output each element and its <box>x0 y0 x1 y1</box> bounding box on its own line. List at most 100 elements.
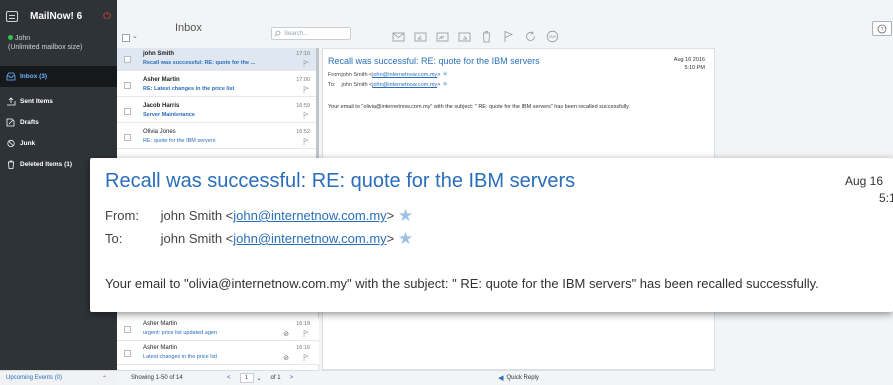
upcoming-events-label: Upcoming Events (0) <box>6 375 63 381</box>
power-icon[interactable]: ⏻ <box>103 11 111 22</box>
flag-icon[interactable] <box>303 86 309 93</box>
to-email-link[interactable]: john@internetnow.com.my <box>233 231 386 246</box>
quick-reply-button[interactable]: ◀ Quick Reply <box>322 370 715 385</box>
message-toolbar: SMS ? <box>319 0 893 48</box>
row-checkbox[interactable] <box>124 350 131 357</box>
message-date-line: Aug 16 2016 <box>673 57 705 63</box>
forward-icon[interactable] <box>458 30 471 43</box>
zoom-callout: Recall was successful: RE: quote for the… <box>90 158 893 312</box>
star-icon[interactable]: ★ <box>398 206 413 225</box>
list-scrollbar[interactable] <box>316 48 319 158</box>
email-subject: RE: Latest changes in the price list <box>143 86 235 92</box>
email-row[interactable]: Asher Martin urgent: price list updated … <box>117 318 319 341</box>
message-from: From: john Smith <john@internetnow.com.m… <box>328 71 449 78</box>
page-title: Inbox <box>175 22 202 34</box>
chevron-down-icon[interactable]: ⌄ <box>257 375 262 382</box>
callout-date: Aug 16 5:1 <box>845 173 893 207</box>
sent-icon <box>6 97 16 106</box>
new-mail-icon[interactable] <box>392 30 405 43</box>
sms-icon[interactable]: SMS <box>546 30 559 43</box>
drafts-icon <box>6 118 16 127</box>
list-header: ⌄ Inbox Search... <box>117 0 351 48</box>
message-to: To: john Smith <john@internetnow.com.my>… <box>328 81 449 88</box>
email-sender: Olivia Jones <box>143 129 176 135</box>
to-email-link[interactable]: john@internetnow.com.my <box>372 82 437 88</box>
folder-junk[interactable]: Junk <box>0 133 117 154</box>
select-all-checkbox[interactable] <box>122 34 130 42</box>
page-number-input[interactable]: 1 <box>239 373 254 383</box>
flag-icon[interactable] <box>303 330 309 337</box>
callout-time-line: 5:1 <box>879 191 893 205</box>
junk-icon <box>6 139 16 148</box>
email-row[interactable]: Asher Martin Latest changes in the price… <box>117 342 319 365</box>
flag-icon[interactable] <box>303 138 309 145</box>
upcoming-events-bar[interactable]: Upcoming Events (0) ⌃ <box>0 370 117 385</box>
message-time-line: 5:10 PM <box>684 65 705 71</box>
email-subject: Recall was successful: RE: quote for the… <box>143 60 256 66</box>
chevron-up-icon[interactable]: ⌃ <box>102 375 107 382</box>
callout-date-line: Aug 16 <box>845 174 884 188</box>
email-row[interactable]: Asher Martin RE: Latest changes in the p… <box>117 74 319 97</box>
message-subject: Recall was successful: RE: quote for the… <box>328 56 540 66</box>
folder-inbox[interactable]: Inbox (3) <box>0 66 117 87</box>
folder-label: Inbox (3) <box>20 73 48 80</box>
svg-text:SMS: SMS <box>549 35 557 39</box>
callout-to: To: john Smith <john@internetnow.com.my>… <box>105 229 414 248</box>
star-icon[interactable]: ★ <box>398 229 413 248</box>
star-icon[interactable]: ★ <box>442 71 448 78</box>
email-sender: Asher Martin <box>143 321 178 327</box>
attachment-icon: ⊘ <box>283 331 289 338</box>
email-time: 16:16 <box>296 345 310 351</box>
email-sender: Asher Martin <box>143 345 178 351</box>
row-checkbox[interactable] <box>124 326 131 333</box>
flag-icon[interactable] <box>303 60 309 67</box>
folder-drafts[interactable]: Drafts <box>0 112 117 133</box>
email-subject: Server Maintenance <box>143 112 195 118</box>
callout-body: Your email to "olivia@internetnow.com.my… <box>105 276 819 291</box>
row-checkbox[interactable] <box>124 56 131 63</box>
help-button[interactable]: ? <box>872 21 892 36</box>
app-title: MailNow! 6 <box>30 10 83 22</box>
refresh-icon[interactable] <box>524 30 537 43</box>
row-checkbox[interactable] <box>124 82 131 89</box>
row-checkbox[interactable] <box>124 134 131 141</box>
attachment-icon: ⊘ <box>283 355 289 362</box>
reply-all-icon[interactable] <box>436 30 449 43</box>
star-icon[interactable]: ★ <box>442 81 448 88</box>
email-time: 17:10 <box>296 51 310 57</box>
pager-status: Showing 1-50 of 14 <box>131 375 183 381</box>
inbox-icon <box>6 72 16 81</box>
message-date: Aug 16 2016 5:10 PM <box>674 56 705 72</box>
row-checkbox[interactable] <box>124 108 131 115</box>
from-name: john Smith <box>341 72 368 78</box>
next-page-button[interactable]: > <box>290 375 294 381</box>
from-name: john Smith <box>160 208 223 223</box>
flag-icon[interactable] <box>303 112 309 119</box>
chevron-down-icon[interactable]: ⌄ <box>132 32 138 40</box>
reply-icon[interactable] <box>414 30 427 43</box>
menu-icon[interactable] <box>6 10 18 22</box>
user-name: John <box>15 35 31 42</box>
online-status-icon <box>8 35 13 40</box>
flag-icon[interactable] <box>502 30 515 43</box>
delete-icon[interactable] <box>480 30 493 43</box>
trash-icon <box>6 160 16 169</box>
message-body: Your email to "olivia@internetnow.com.my… <box>328 104 630 110</box>
from-label: From: <box>328 72 343 78</box>
flag-icon[interactable] <box>303 354 309 361</box>
email-row[interactable]: john Smith Recall was successful: RE: qu… <box>117 48 319 71</box>
email-row[interactable]: Jacob Harris Server Maintenance 16:59 <box>117 100 319 123</box>
quick-reply-label: Quick Reply <box>506 375 539 381</box>
sidebar-header: MailNow! 6 ⏻ <box>0 0 117 32</box>
folder-sent[interactable]: Sent Items <box>0 91 117 112</box>
user-info: John (Unlimited mailbox size) <box>0 32 117 66</box>
email-subject: RE: quote for the IBM servers <box>143 138 216 144</box>
email-row[interactable]: Olivia Jones RE: quote for the IBM serve… <box>117 126 319 149</box>
from-email-link[interactable]: john@internetnow.com.my <box>233 208 386 223</box>
prev-page-button[interactable]: < <box>227 375 231 381</box>
email-sender: john Smith <box>143 51 174 57</box>
email-subject: urgent: price list updated agen <box>143 330 217 336</box>
from-email-link[interactable]: john@internetnow.com.my <box>372 72 437 78</box>
to-name: john Smith <box>160 231 223 246</box>
callout-subject: Recall was successful: RE: quote for the… <box>105 170 576 192</box>
